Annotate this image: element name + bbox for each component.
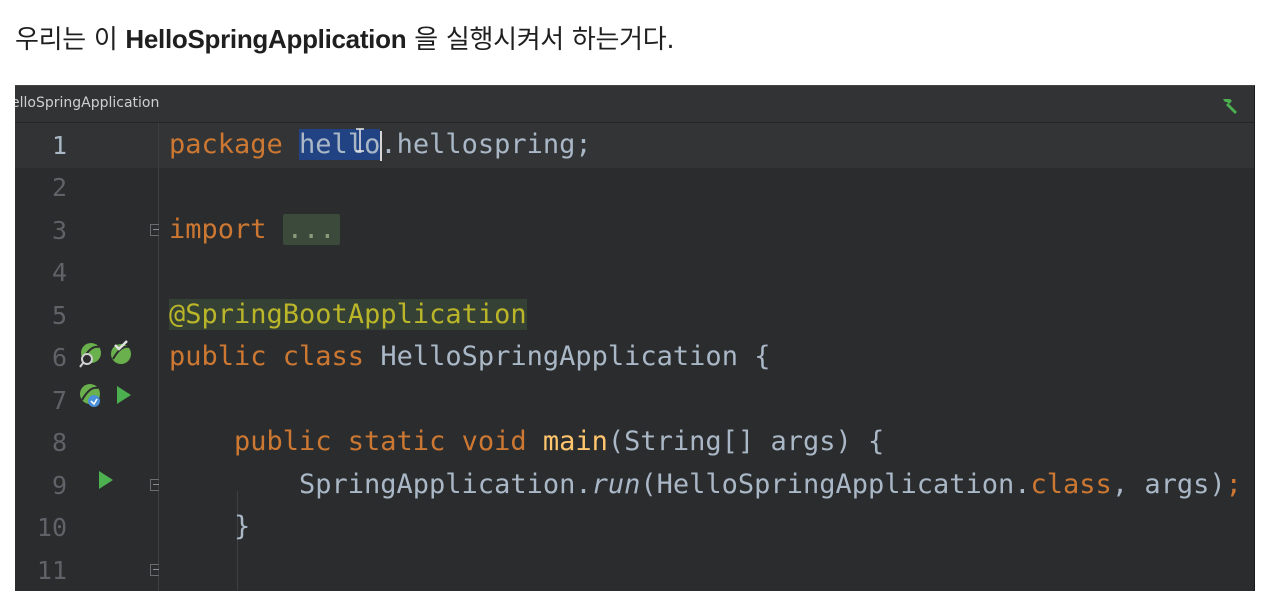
code-text: HelloSpringApplication {: [380, 341, 771, 372]
line-number: 2: [51, 173, 67, 202]
line-number: 11: [36, 556, 67, 585]
code-text: .hellospring;: [380, 129, 592, 160]
method-name: main: [542, 426, 608, 457]
caption-bold-class-name: HelloSpringApplication: [125, 24, 407, 54]
code-line-11[interactable]: }: [234, 506, 250, 548]
text-caret: [380, 131, 382, 161]
line-number: 4: [51, 258, 67, 287]
run-icon[interactable]: [97, 470, 115, 490]
line-number: 9: [51, 471, 67, 500]
code-line-6[interactable]: @SpringBootApplication: [169, 294, 527, 336]
code-text: (HelloSpringApplication.: [640, 469, 1031, 500]
line-number: 10: [36, 513, 67, 542]
run-icon[interactable]: [115, 385, 133, 405]
folded-imports[interactable]: ...: [282, 214, 340, 245]
line-number: 1: [51, 131, 67, 160]
method-call: run: [591, 469, 641, 500]
caption-before: 우리는 이: [15, 25, 126, 55]
code-text: }: [234, 511, 251, 542]
line-number-gutter[interactable]: 1 2 3 4 5 6 7 8 9 10 11 12: [15, 123, 162, 591]
code-text: SpringApplication.: [299, 469, 592, 500]
keyword: import: [169, 214, 283, 245]
annotation: @SpringBootApplication: [169, 299, 527, 330]
code-line-10[interactable]: SpringApplication.run(HelloSpringApplica…: [299, 464, 1242, 506]
code-text: , args): [1111, 469, 1226, 500]
code-editor[interactable]: package hello.hellospring; import ... @S…: [159, 123, 1254, 591]
line-number: 7: [51, 386, 67, 415]
code-line-7[interactable]: public class HelloSpringApplication {: [169, 336, 770, 378]
line-number: 8: [51, 428, 67, 457]
spring-bean-icon[interactable]: [77, 381, 105, 411]
line-number: 3: [51, 216, 67, 245]
mouse-ibeam-cursor-icon: [356, 128, 364, 152]
editor-tab-title[interactable]: elloSpringApplication: [15, 95, 159, 111]
semicolon: ;: [1225, 469, 1242, 500]
line-number: 6: [51, 343, 67, 372]
hammer-icon[interactable]: [1220, 96, 1240, 114]
editor-tab-bar: elloSpringApplication: [15, 86, 1254, 123]
caption-text: 우리는 이 HelloSpringApplication 을 실행시켜서 하는거…: [15, 19, 675, 56]
code-text: (String[] args) {: [607, 426, 885, 457]
keyword: package: [169, 129, 300, 160]
spring-bean-search-icon[interactable]: [77, 341, 105, 369]
spring-bean-check-icon[interactable]: [107, 339, 135, 367]
keyword: class: [1030, 469, 1112, 500]
code-line-3[interactable]: import ...: [169, 209, 340, 251]
keyword: public class: [169, 341, 381, 372]
code-line-9[interactable]: public static void main(String[] args) {: [234, 421, 884, 463]
ide-editor-window: elloSpringApplication 1 2 3 4 5 6 7 8 9 …: [15, 85, 1255, 591]
selected-text: hello: [299, 129, 381, 160]
caption-after: 을 실행시켜서 하는거다.: [406, 25, 675, 55]
line-number: 5: [51, 301, 67, 330]
keyword: public static void: [234, 426, 543, 457]
